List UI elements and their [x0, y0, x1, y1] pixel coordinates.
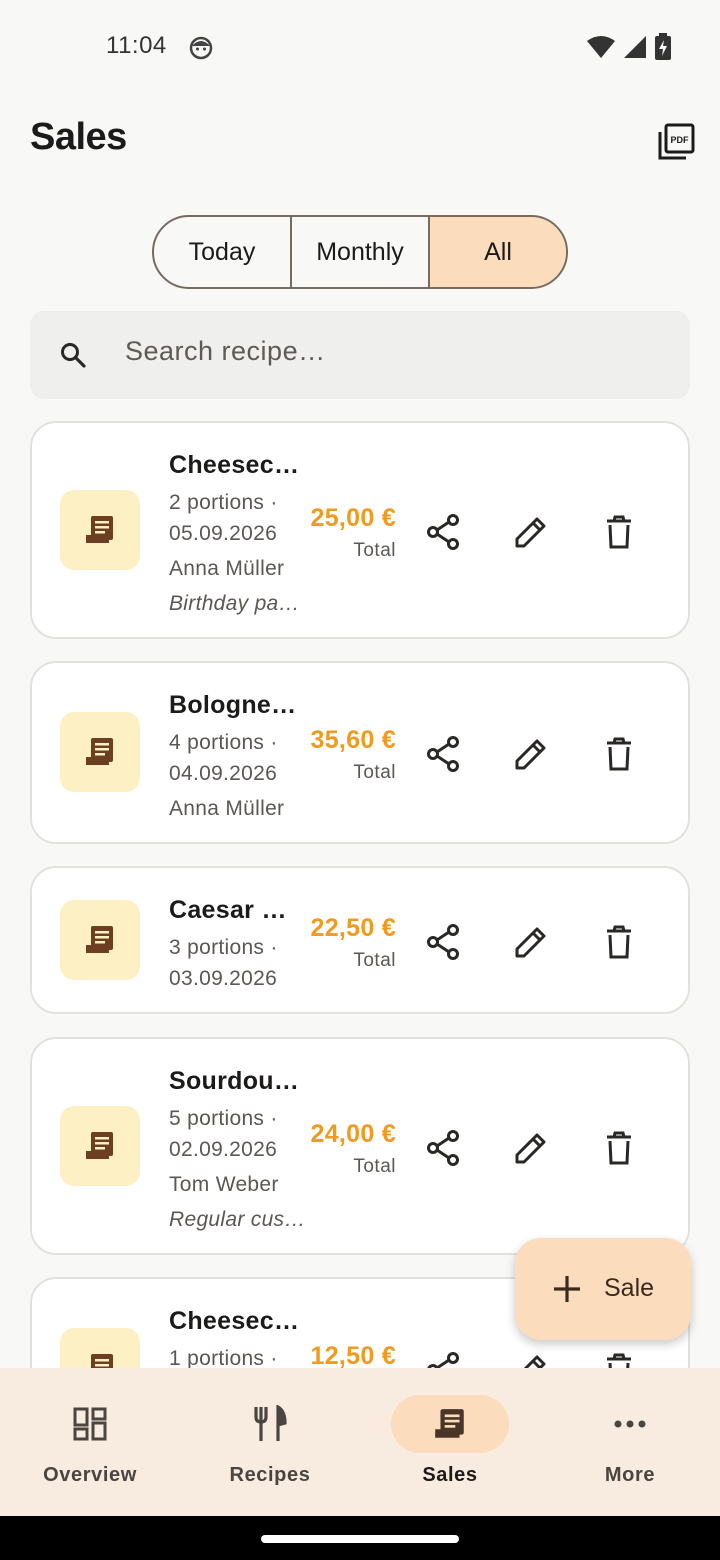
add-sale-button[interactable]: Sale: [515, 1238, 691, 1340]
sale-recipe-name: Cheesec…: [169, 451, 300, 479]
nav-sales-label: Sales: [422, 1464, 478, 1486]
nav-more[interactable]: More: [540, 1368, 720, 1516]
receipt-icon: [435, 1409, 464, 1438]
share-button[interactable]: [421, 732, 465, 776]
sale-amount: 35,60 €: [310, 726, 396, 754]
delete-button[interactable]: [597, 1348, 641, 1368]
nav-sales[interactable]: Sales: [360, 1368, 540, 1516]
delete-button[interactable]: [597, 1126, 641, 1170]
trash-icon: [607, 1131, 631, 1165]
share-button[interactable]: [421, 1348, 465, 1368]
sale-card[interactable]: Bologne… 4 portions · 04.09.2026 Anna Mü…: [30, 661, 690, 844]
sale-card[interactable]: Cheesec… 2 portions · 05.09.2026 Anna Mü…: [30, 421, 690, 639]
dashboard-icon: [73, 1407, 107, 1441]
sale-recipe-name: Bologne…: [169, 691, 297, 719]
sale-recipe-name: Sourdou…: [169, 1067, 300, 1095]
edit-button[interactable]: [509, 732, 553, 776]
sale-date: 04.09.2026: [169, 762, 278, 785]
share-button[interactable]: [421, 920, 465, 964]
add-sale-label: Sale: [604, 1274, 655, 1302]
share-icon: [427, 736, 459, 772]
pencil-icon: [515, 927, 546, 958]
trash-icon: [607, 925, 631, 959]
sale-portions: 3 portions ·: [169, 936, 278, 959]
sale-note: Birthday pa…: [169, 592, 300, 615]
receipt-icon: [60, 900, 140, 980]
edit-button[interactable]: [509, 1126, 553, 1170]
trash-icon: [607, 1353, 631, 1368]
sales-list: Cheesec… 2 portions · 05.09.2026 Anna Mü…: [0, 0, 720, 1368]
trash-icon: [607, 515, 631, 549]
receipt-icon: [60, 490, 140, 570]
sale-amount: 12,50 €: [310, 1342, 396, 1368]
sale-portions: 1 portions ·: [169, 1347, 278, 1368]
nav-recipes[interactable]: Recipes: [180, 1368, 360, 1516]
sale-total-label: Total: [353, 1156, 396, 1177]
receipt-icon: [60, 712, 140, 792]
home-gesture-handle[interactable]: [261, 1535, 459, 1543]
pencil-icon: [515, 1133, 546, 1164]
share-button[interactable]: [421, 510, 465, 554]
share-button[interactable]: [421, 1126, 465, 1170]
bottom-navigation: Overview Recipes Sales More: [0, 1368, 720, 1516]
share-icon: [427, 924, 459, 960]
share-icon: [427, 1352, 459, 1368]
edit-button[interactable]: [509, 510, 553, 554]
sale-total-label: Total: [353, 950, 396, 971]
nav-overview[interactable]: Overview: [0, 1368, 180, 1516]
sale-amount: 22,50 €: [310, 914, 396, 942]
sale-total-label: Total: [353, 540, 396, 561]
sale-portions: 5 portions ·: [169, 1107, 278, 1130]
sale-customer: Anna Müller: [169, 557, 285, 580]
nav-recipes-label: Recipes: [229, 1464, 311, 1486]
pencil-icon: [515, 739, 546, 770]
edit-button[interactable]: [509, 1348, 553, 1368]
sale-card[interactable]: Caesar … 3 portions · 03.09.2026 22,50 €…: [30, 866, 690, 1014]
sale-note: Regular cus…: [169, 1208, 306, 1231]
nav-more-label: More: [604, 1464, 656, 1486]
share-icon: [427, 1130, 459, 1166]
sale-portions: 4 portions ·: [169, 731, 278, 754]
receipt-icon: [60, 1328, 140, 1368]
share-icon: [427, 514, 459, 550]
receipt-icon: [60, 1106, 140, 1186]
nav-overview-label: Overview: [43, 1464, 137, 1486]
delete-button[interactable]: [597, 732, 641, 776]
sale-amount: 24,00 €: [310, 1120, 396, 1148]
sale-card[interactable]: Sourdou… 5 portions · 02.09.2026 Tom Web…: [30, 1037, 690, 1255]
sale-date: 03.09.2026: [169, 967, 278, 990]
sale-recipe-name: Cheesec…: [169, 1307, 300, 1335]
sale-customer: Anna Müller: [169, 797, 285, 820]
sale-portions: 2 portions ·: [169, 491, 278, 514]
sale-total-label: Total: [353, 762, 396, 783]
sale-recipe-name: Caesar …: [169, 896, 287, 924]
trash-icon: [607, 737, 631, 771]
delete-button[interactable]: [597, 510, 641, 554]
sale-date: 02.09.2026: [169, 1138, 278, 1161]
edit-button[interactable]: [509, 920, 553, 964]
plus-icon: [554, 1276, 580, 1302]
delete-button[interactable]: [597, 920, 641, 964]
pencil-icon: [515, 517, 546, 548]
sale-amount: 25,00 €: [310, 504, 396, 532]
sale-customer: Tom Weber: [169, 1173, 279, 1196]
sale-date: 05.09.2026: [169, 522, 278, 545]
pencil-icon: [523, 1355, 546, 1368]
cutlery-icon: [254, 1405, 287, 1441]
more-icon: [614, 1420, 646, 1428]
